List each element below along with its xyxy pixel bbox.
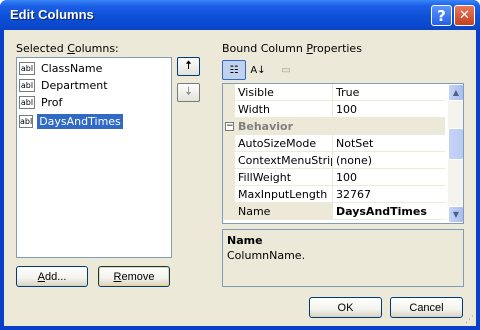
- list-item-label: Department: [41, 79, 108, 92]
- property-row-maxinputlength[interactable]: MaxInputLength 32767: [223, 185, 445, 203]
- list-item-classname[interactable]: abl ClassName: [19, 60, 119, 77]
- cancel-button[interactable]: Cancel: [390, 297, 463, 318]
- property-description-panel: Name ColumnName.: [222, 229, 464, 287]
- property-grid-rows: Visible True Width 100 − Behavior AutoSi…: [223, 84, 445, 220]
- collapse-icon[interactable]: −: [225, 121, 234, 131]
- row-gutter: [223, 84, 235, 101]
- property-name: Width: [235, 100, 333, 118]
- label-text: roperties: [312, 42, 362, 55]
- label-mnemonic: C: [67, 42, 75, 55]
- property-grid[interactable]: Visible True Width 100 − Behavior AutoSi…: [222, 83, 464, 224]
- property-name-selected: Name: [235, 202, 333, 220]
- category-name: Behavior: [238, 119, 294, 133]
- row-gutter: [223, 100, 235, 118]
- scroll-down-button[interactable]: ▼: [448, 206, 463, 223]
- move-down-button[interactable]: 🠇: [177, 83, 200, 102]
- textbox-column-icon: abl: [19, 62, 35, 75]
- selected-columns-label: Selected Columns:: [16, 42, 119, 55]
- list-item-label: Prof: [41, 96, 63, 109]
- property-value[interactable]: DaysAndTimes: [333, 203, 427, 220]
- textbox-column-icon: abl: [19, 96, 35, 109]
- property-row-autosizemode[interactable]: AutoSizeMode NotSet: [223, 134, 445, 152]
- property-name: AutoSizeMode: [235, 134, 333, 152]
- description-text: ColumnName.: [227, 249, 306, 262]
- list-item-prof[interactable]: abl Prof: [19, 94, 119, 111]
- button-mnemonic: R: [113, 270, 122, 283]
- textbox-column-icon: abl: [19, 115, 34, 128]
- ok-button[interactable]: OK: [309, 297, 382, 318]
- scroll-down-icon: ▼: [452, 210, 460, 219]
- property-name: FillWeight: [235, 168, 333, 186]
- remove-button[interactable]: Remove: [98, 266, 170, 287]
- property-row-visible[interactable]: Visible True: [223, 84, 445, 101]
- property-value[interactable]: NotSet: [333, 135, 373, 152]
- property-row-width[interactable]: Width 100: [223, 100, 445, 118]
- arrow-down-icon: 🠇: [185, 84, 192, 98]
- label-text: Selected: [16, 42, 68, 55]
- property-value[interactable]: True: [333, 84, 359, 101]
- property-value[interactable]: (none): [333, 152, 372, 169]
- close-button[interactable]: ✕: [454, 5, 475, 26]
- property-row-contextmenustrip[interactable]: ContextMenuStrip (none): [223, 151, 445, 169]
- dialog-client-area: Selected Columns: abl ClassName abl Depa…: [4, 30, 476, 326]
- row-gutter: [223, 202, 235, 220]
- add-button[interactable]: Add...: [16, 266, 88, 287]
- scroll-up-button[interactable]: ▲: [448, 84, 463, 101]
- list-item-label: ClassName: [41, 62, 103, 75]
- list-item-department[interactable]: abl Department: [19, 77, 119, 94]
- textbox-column-icon: abl: [19, 79, 35, 92]
- selected-columns-list[interactable]: abl ClassName abl Department abl Prof ab…: [16, 57, 172, 258]
- property-pages-icon: ▭: [281, 64, 291, 76]
- property-grid-scrollbar[interactable]: ▲ ▼: [448, 84, 463, 223]
- title-bar[interactable]: Edit Columns ? ✕: [0, 0, 480, 30]
- property-name: ContextMenuStrip: [235, 151, 333, 169]
- button-mnemonic: A: [37, 270, 45, 283]
- edit-columns-dialog: Edit Columns ? ✕ Selected Columns: abl C…: [0, 0, 480, 330]
- resize-grip-icon[interactable]: ⋰: [465, 315, 475, 325]
- property-value[interactable]: 32767: [333, 186, 371, 203]
- help-button[interactable]: ?: [431, 5, 452, 26]
- button-label: emove: [121, 270, 155, 283]
- property-row-name[interactable]: Name DaysAndTimes: [223, 202, 445, 220]
- row-gutter: [223, 185, 235, 203]
- row-gutter: [223, 151, 235, 169]
- move-up-button[interactable]: 🠅: [177, 57, 200, 76]
- property-name: MaxInputLength: [235, 185, 333, 203]
- property-row-fillweight[interactable]: FillWeight 100: [223, 168, 445, 186]
- row-gutter: [223, 168, 235, 186]
- description-title: Name: [227, 234, 263, 247]
- window-title: Edit Columns: [10, 7, 94, 22]
- row-gutter: [223, 134, 235, 152]
- alphabetical-view-button[interactable]: A↓: [248, 60, 268, 80]
- scroll-thumb[interactable]: [448, 128, 463, 160]
- property-value[interactable]: 100: [333, 169, 357, 186]
- category-row-behavior[interactable]: − Behavior: [223, 118, 445, 135]
- property-name: Visible: [235, 84, 333, 101]
- button-label: dd...: [44, 270, 67, 283]
- list-item-label-selected: DaysAndTimes: [37, 114, 123, 129]
- sort-alphabetical-icon: A↓: [250, 64, 266, 76]
- property-value[interactable]: 100: [333, 101, 357, 118]
- list-item-daysandtimes[interactable]: abl DaysAndTimes: [19, 113, 123, 130]
- arrow-up-icon: 🠅: [185, 58, 192, 72]
- scroll-up-icon: ▲: [452, 88, 460, 97]
- label-text: olumns:: [74, 42, 119, 55]
- property-pages-button[interactable]: ▭: [276, 60, 296, 80]
- categorized-icon: ☷: [229, 64, 239, 76]
- bound-column-properties-label: Bound Column Properties: [222, 42, 362, 55]
- categorized-view-button[interactable]: ☷: [222, 60, 246, 80]
- label-text: Bound Column: [222, 42, 307, 55]
